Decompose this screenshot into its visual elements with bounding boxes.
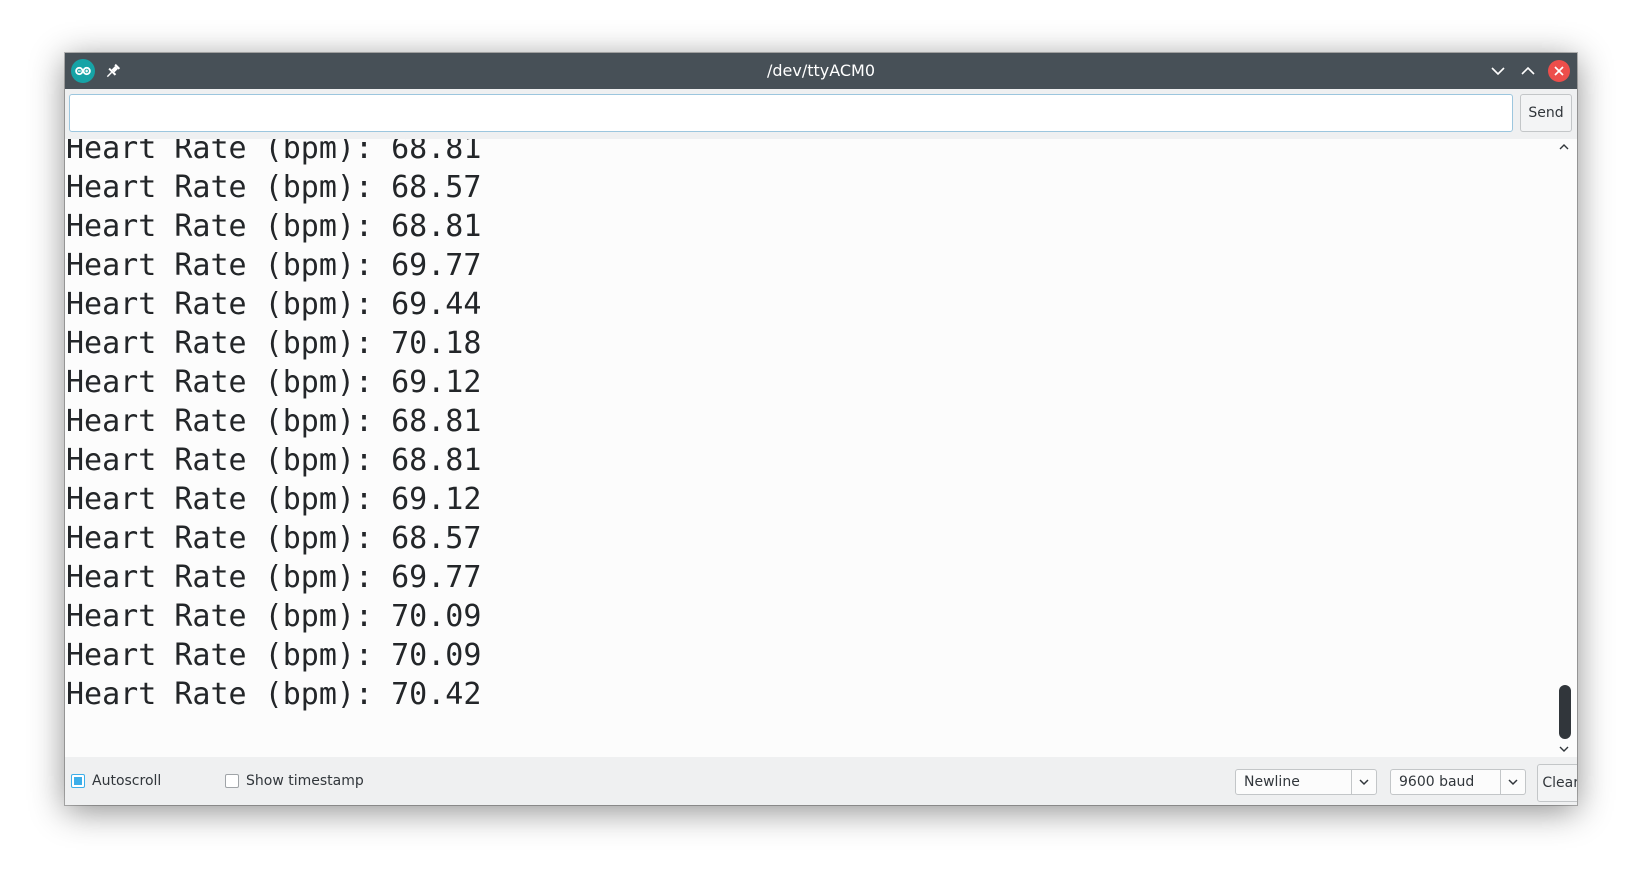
autoscroll-label[interactable]: Autoscroll	[92, 771, 161, 791]
line-ending-value: Newline	[1244, 774, 1300, 790]
autoscroll-checkbox[interactable]	[71, 774, 85, 788]
output-line: Heart Rate (bpm): 68.81	[66, 443, 482, 478]
serial-output[interactable]: Heart Rate (bpm): 68.81 Heart Rate (bpm)…	[65, 139, 1577, 757]
output-line: Heart Rate (bpm): 68.81	[66, 404, 482, 439]
output-line: Heart Rate (bpm): 68.81	[66, 139, 482, 166]
chevron-down-icon	[1491, 67, 1505, 76]
output-line: Heart Rate (bpm): 69.77	[66, 560, 482, 595]
clear-output-button[interactable]: Clear output	[1537, 764, 1577, 802]
line-ending-select[interactable]: Newline	[1235, 769, 1377, 795]
scroll-down-button[interactable]	[1555, 741, 1573, 755]
pin-icon[interactable]	[103, 61, 123, 81]
output-line: Heart Rate (bpm): 69.44	[66, 287, 482, 322]
send-row: Send	[65, 89, 1577, 139]
chevron-up-icon	[1521, 66, 1535, 75]
maximize-button[interactable]	[1517, 60, 1539, 82]
chevron-down-icon[interactable]	[1351, 770, 1376, 794]
chevron-down-icon	[1559, 746, 1569, 752]
output-line: Heart Rate (bpm): 68.81	[66, 209, 482, 244]
output-line: Heart Rate (bpm): 70.42	[66, 677, 482, 712]
close-icon	[1554, 66, 1564, 76]
output-line: Heart Rate (bpm): 69.12	[66, 482, 482, 517]
output-line: Heart Rate (bpm): 70.09	[66, 638, 482, 673]
message-input[interactable]	[69, 94, 1513, 132]
chevron-down-icon[interactable]	[1500, 770, 1525, 794]
baud-rate-select[interactable]: 9600 baud	[1390, 769, 1526, 795]
output-line: Heart Rate (bpm): 68.57	[66, 521, 482, 556]
title-bar[interactable]: /dev/ttyACM0	[65, 53, 1577, 89]
show-timestamp-label[interactable]: Show timestamp	[246, 771, 364, 791]
chevron-up-icon	[1559, 144, 1569, 150]
window-title: /dev/ttyACM0	[766, 61, 876, 80]
close-button[interactable]	[1548, 60, 1570, 82]
output-lines: Heart Rate (bpm): 68.81 Heart Rate (bpm)…	[66, 139, 481, 714]
output-line: Heart Rate (bpm): 70.09	[66, 599, 482, 634]
baud-rate-value: 9600 baud	[1399, 774, 1475, 790]
serial-monitor-window: /dev/ttyACM0 Send Heart Rate (bpm): 68.8…	[65, 53, 1577, 805]
output-line: Heart Rate (bpm): 69.77	[66, 248, 482, 283]
bottom-bar: Autoscroll Show timestamp Newline 9600 b…	[65, 757, 1577, 805]
arduino-logo-icon	[71, 59, 95, 83]
scroll-up-button[interactable]	[1555, 139, 1573, 153]
output-line: Heart Rate (bpm): 68.57	[66, 170, 482, 205]
minimize-button[interactable]	[1487, 60, 1509, 82]
output-line: Heart Rate (bpm): 70.18	[66, 326, 482, 361]
send-button[interactable]: Send	[1520, 94, 1572, 132]
show-timestamp-checkbox[interactable]	[225, 774, 239, 788]
output-line: Heart Rate (bpm): 69.12	[66, 365, 482, 400]
scrollbar-thumb[interactable]	[1559, 685, 1571, 739]
